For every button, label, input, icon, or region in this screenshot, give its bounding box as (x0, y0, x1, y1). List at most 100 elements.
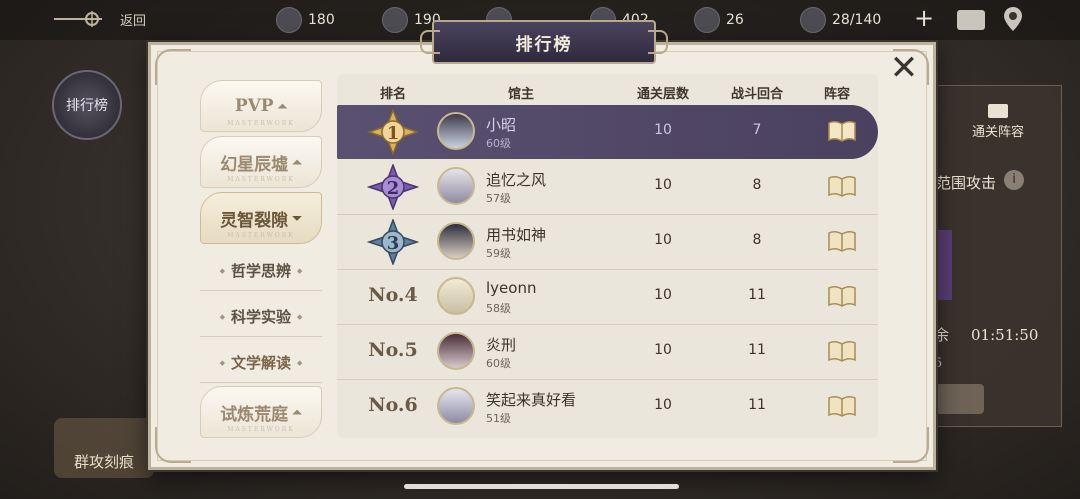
tab-watermark: MASTERWORK (227, 426, 295, 433)
avatar[interactable] (437, 332, 475, 370)
resource-5-counter: 26 (694, 7, 744, 33)
battle-rounds: 11 (748, 287, 766, 303)
rank-number: 2 (387, 178, 400, 199)
ornament-icon (54, 11, 102, 27)
avatar[interactable] (437, 387, 475, 425)
tab-spirit-rift[interactable]: 灵智裂隙 ⏷ MASTERWORK (200, 192, 322, 244)
tab-trial-court-label: 试炼荒庭 (220, 404, 289, 425)
stamina-icon (800, 7, 826, 33)
column-header-formation: 阵容 (823, 87, 850, 102)
rank-2-badge: 2 (367, 164, 419, 210)
column-header-rank: 排名 (379, 87, 406, 102)
stamina-value: 28/140 (832, 12, 882, 28)
table-row[interactable]: No.5 炎刑 60级 10 11 (337, 325, 878, 380)
tab-trial-court[interactable]: 试炼荒庭 ⏶ MASTERWORK (200, 386, 322, 438)
player-level: 59级 (486, 247, 511, 260)
chevron-up-icon: ⏶ (292, 154, 302, 169)
rank-number: 3 (387, 233, 400, 254)
resource-1-counter: 180 (276, 7, 335, 33)
chevron-up-icon: ⏶ (292, 404, 302, 419)
home-indicator[interactable] (404, 484, 679, 489)
tab-watermark: MASTERWORK (227, 232, 295, 239)
subtab-science[interactable]: 科学实验 (200, 296, 322, 337)
player-level: 58级 (486, 302, 511, 315)
aoe-mark-button[interactable]: 群攻刻痕 (54, 418, 154, 478)
chevron-up-icon: ⏶ (277, 98, 288, 113)
player-name: 小昭 (486, 116, 517, 134)
corner-ornament (155, 49, 191, 85)
rank-3-badge: 3 (367, 219, 419, 265)
player-name: 追忆之风 (486, 171, 547, 189)
close-button[interactable]: ✕ (884, 50, 924, 90)
subtab-philosophy-label: 哲学思辨 (230, 261, 291, 280)
battle-rounds: 11 (748, 342, 766, 358)
table-row[interactable]: 2 追忆之风 57级 10 8 (337, 160, 878, 215)
floors-cleared: 10 (654, 177, 672, 193)
add-stamina-button[interactable]: + (912, 6, 936, 31)
player-name: 笑起来真好看 (486, 391, 577, 409)
back-button[interactable]: 返回 (52, 4, 146, 34)
table-row[interactable]: 3 用书如神 59级 10 8 (337, 215, 878, 270)
floors-cleared: 10 (654, 397, 672, 413)
rank-text: No.4 (368, 284, 418, 306)
rank-number: 1 (387, 123, 400, 144)
table-row[interactable]: 1 小昭 60级 10 7 (337, 105, 878, 159)
resource-1-value: 180 (308, 12, 335, 28)
player-name: 炎刑 (486, 336, 517, 354)
tab-star-ruins[interactable]: 幻星辰墟 ⏶ MASTERWORK (200, 136, 322, 188)
back-label: 返回 (120, 13, 147, 29)
formation-book-icon[interactable] (827, 119, 857, 143)
formation-book-icon[interactable] (827, 229, 857, 253)
chat-icon[interactable] (957, 10, 985, 30)
formation-book-icon[interactable] (827, 394, 857, 418)
avatar[interactable] (437, 112, 475, 150)
floors-cleared: 10 (654, 342, 672, 358)
formation-book-icon[interactable] (827, 284, 857, 308)
player-level: 57级 (486, 192, 511, 205)
leaderboard-side-label: 排行榜 (66, 98, 108, 114)
stamina-counter: 28/140 (800, 7, 881, 33)
subtab-literature[interactable]: 文学解读 (200, 342, 322, 383)
corner-ornament (155, 427, 191, 463)
formation-book-icon[interactable] (827, 174, 857, 198)
book-icon (988, 104, 1008, 118)
avatar[interactable] (437, 167, 475, 205)
leaderboard-side-button[interactable]: 排行榜 (52, 70, 122, 140)
column-header-rounds: 战斗回合 (730, 87, 783, 102)
avatar[interactable] (437, 277, 475, 315)
subtab-science-label: 科学实验 (230, 307, 291, 326)
resource-5-value: 26 (726, 12, 744, 28)
floors-cleared: 10 (654, 287, 672, 303)
aoe-mark-label: 群攻刻痕 (73, 453, 134, 471)
tab-watermark: MASTERWORK (227, 176, 295, 183)
floors-cleared: 10 (654, 122, 672, 138)
resource-1-icon (276, 7, 302, 33)
corner-ornament (893, 427, 929, 463)
avatar[interactable] (437, 222, 475, 260)
column-header-floors: 通关层数 (636, 87, 689, 102)
subtab-literature-label: 文学解读 (230, 353, 291, 372)
player-level: 51级 (486, 412, 511, 425)
tab-watermark: MASTERWORK (227, 120, 295, 127)
modal-title: 排行榜 (515, 34, 573, 55)
rank-text: No.5 (368, 339, 418, 361)
tab-pvp[interactable]: PVP ⏶ MASTERWORK (200, 80, 322, 132)
rank-text: No.6 (368, 394, 418, 416)
battle-rounds: 11 (748, 397, 766, 413)
stage-image (936, 230, 952, 300)
battle-rounds: 8 (752, 177, 762, 193)
resource-2-icon (382, 7, 408, 33)
subtab-philosophy[interactable]: 哲学思辨 (200, 250, 322, 291)
table-row[interactable]: No.4 lyeonn 58级 10 11 (337, 270, 878, 325)
table-row[interactable]: No.6 笑起来真好看 51级 10 11 (337, 380, 878, 434)
title-wing (420, 30, 440, 54)
title-wing (648, 30, 668, 54)
clear-formation-label: 通关阵容 (971, 125, 1024, 140)
stage-action-button[interactable] (936, 384, 984, 414)
floors-cleared: 10 (654, 232, 672, 248)
info-icon[interactable]: i (1004, 170, 1024, 190)
clear-formation-button[interactable]: 通关阵容 (962, 104, 1034, 140)
formation-book-icon[interactable] (827, 339, 857, 363)
map-pin-icon[interactable] (1002, 6, 1024, 32)
tab-spirit-rift-label: 灵智裂隙 (220, 210, 289, 231)
